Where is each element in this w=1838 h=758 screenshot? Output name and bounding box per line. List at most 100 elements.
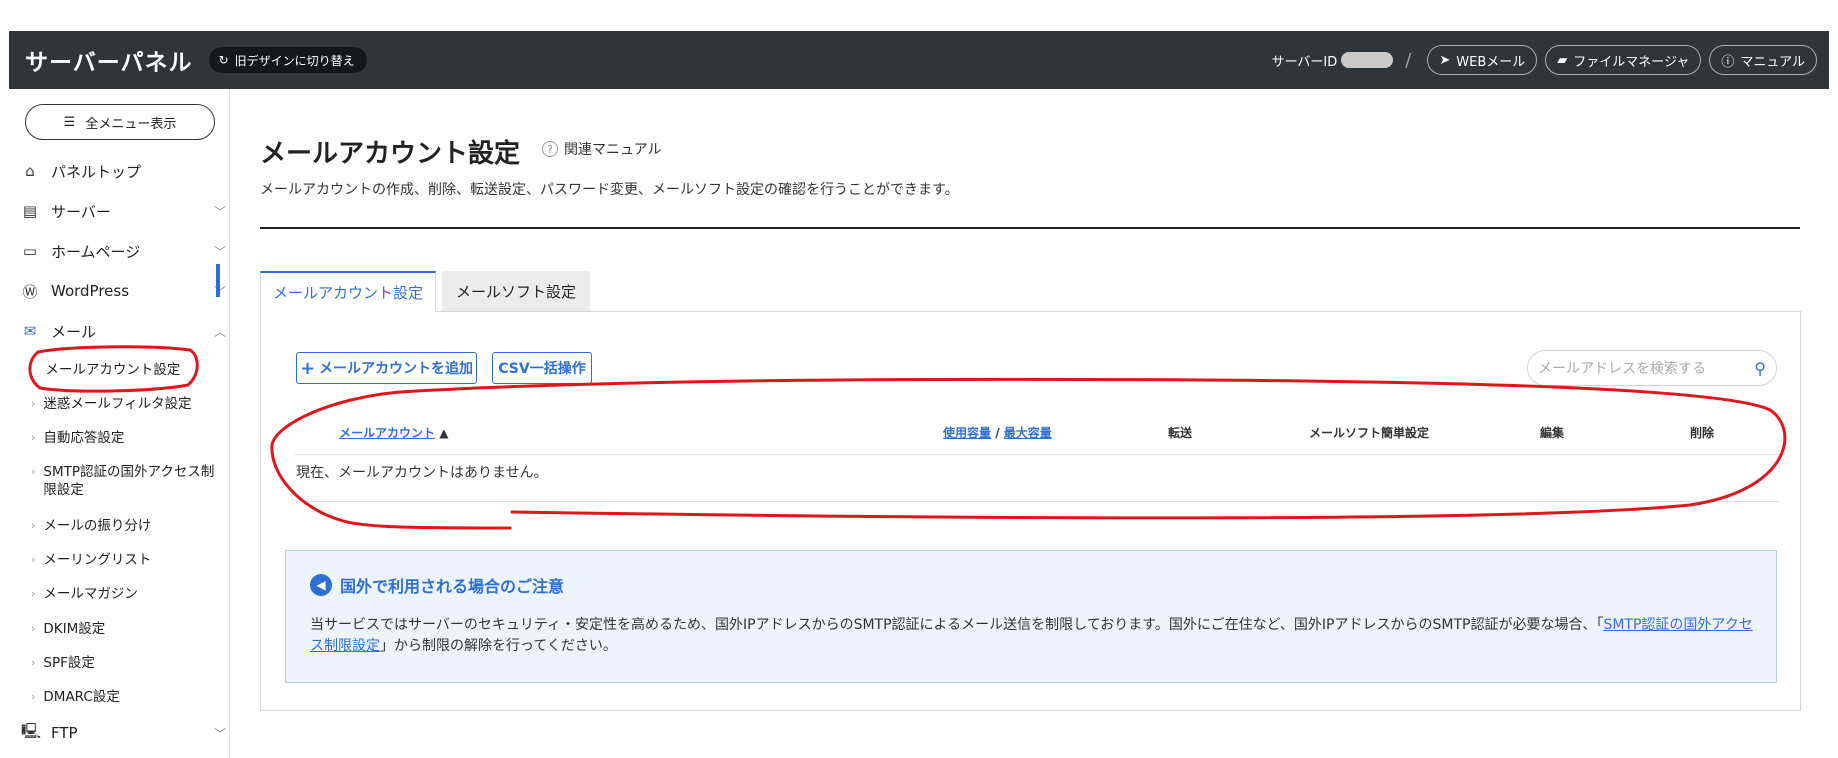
sidebar-item-label: WordPress — [51, 282, 130, 300]
sidebar-sub-label: メールアカウント設定 — [45, 362, 181, 378]
server-id: サーバーID — [1272, 51, 1394, 70]
webmail-label: WEBメール — [1456, 54, 1526, 70]
tab-mail-software[interactable]: メールソフト設定 — [442, 271, 590, 312]
manual-label: マニュアル — [1740, 54, 1805, 70]
csv-bulk-button[interactable]: CSV一括操作 — [492, 352, 592, 384]
sidebar-sub-spf[interactable]: › SPF設定 — [31, 654, 226, 672]
server-icon: ▤ — [22, 202, 38, 220]
sidebar-sub-auto-reply[interactable]: › 自動応答設定 — [31, 429, 226, 447]
manual-button[interactable]: ⓘ マニュアル — [1709, 45, 1817, 75]
add-mail-account-button[interactable]: + メールアカウントを追加 — [296, 352, 477, 384]
tab-mail-account[interactable]: メールアカウント設定 — [260, 271, 436, 312]
sidebar-sub-spam-filter[interactable]: › 迷惑メールフィルタ設定 — [31, 395, 226, 413]
sidebar-sub-label: SMTP認証の国外アクセス制限設定 — [43, 464, 215, 498]
sidebar-item-label: FTP — [51, 724, 78, 742]
chevron-right-icon: › — [31, 519, 36, 532]
sidebar-item-label: サーバー — [51, 202, 111, 221]
page-description: メールアカウントの作成、削除、転送設定、パスワード変更、メールソフト設定の確認を… — [260, 182, 959, 198]
sidebar: ☰ 全メニュー表示 ⌂ パネルトップ ▤ サーバー ﹀ ▭ ホームページ ﹀ Ⓦ… — [9, 89, 230, 758]
related-manual-link[interactable]: ? 関連マニュアル — [542, 139, 662, 159]
webmail-button[interactable]: ➤ WEBメール — [1427, 45, 1538, 75]
sidebar-item-panel-top[interactable]: ⌂ パネルトップ — [21, 156, 226, 186]
related-manual-label: 関連マニュアル — [564, 142, 662, 158]
plus-icon: + — [299, 357, 316, 379]
switch-design-button[interactable]: ↻ 旧デザインに切り替え — [208, 47, 367, 73]
sidebar-sub-mail-account[interactable]: › メールアカウント設定 — [33, 361, 228, 379]
sidebar-sub-smtp-restriction[interactable]: › SMTP認証の国外アクセス制限設定 — [31, 463, 226, 499]
file-manager-button[interactable]: ▰ ファイルマネージャ — [1545, 45, 1702, 75]
page-title: メールアカウント設定 — [260, 139, 521, 169]
column-header-easy-setup: メールソフト簡単設定 — [1309, 426, 1430, 440]
sidebar-sub-dmarc[interactable]: › DMARC設定 — [31, 688, 226, 706]
notice-body: 当サービスではサーバーのセキュリティ・安定性を高めるため、国外IPアドレスからの… — [310, 615, 1760, 657]
sidebar-sub-label: メーリングリスト — [43, 552, 152, 568]
search-input[interactable]: メールアドレスを検索する ⚲ — [1527, 350, 1777, 386]
sidebar-sub-mail-sort[interactable]: › メールの振り分け — [31, 517, 226, 535]
usage-separator: / — [991, 426, 1004, 440]
chevron-right-icon: › — [31, 431, 36, 444]
chevron-right-icon: › — [31, 587, 36, 600]
sidebar-sub-label: 迷惑メールフィルタ設定 — [43, 396, 192, 412]
add-mail-account-label: メールアカウントを追加 — [319, 361, 474, 377]
sidebar-sub-label: DMARC設定 — [43, 689, 120, 705]
all-menu-button[interactable]: ☰ 全メニュー表示 — [25, 104, 215, 140]
sidebar-sub-mailing-list[interactable]: › メーリングリスト — [31, 551, 226, 569]
chevron-right-icon: › — [31, 553, 36, 566]
sort-max-link[interactable]: 最大容量 — [1004, 426, 1052, 440]
column-header-account[interactable]: メールアカウント ▲ — [339, 424, 448, 441]
help-icon: ⓘ — [1721, 54, 1735, 70]
overseas-notice: ◀ 国外で利用される場合のご注意 当サービスではサーバーのセキュリティ・安定性を… — [285, 550, 1777, 683]
sidebar-sub-mail-magazine[interactable]: › メールマガジン — [31, 585, 226, 603]
sidebar-item-ftp[interactable]: 🖳 FTP ﹀ — [21, 718, 226, 748]
mail-icon: ✉ — [23, 322, 37, 340]
sidebar-item-homepage[interactable]: ▭ ホームページ ﹀ — [21, 236, 226, 266]
wordpress-icon: Ⓦ — [22, 282, 38, 301]
sort-usage-link[interactable]: 使用容量 — [943, 426, 991, 440]
chevron-right-icon: › — [31, 622, 36, 635]
empty-message: 現在、メールアカウントはありません。 — [296, 465, 548, 481]
notice-title-label: 国外で利用される場合のご注意 — [340, 577, 565, 596]
send-icon: ➤ — [1439, 52, 1451, 68]
sidebar-item-label: メール — [51, 322, 97, 341]
search-placeholder: メールアドレスを検索する — [1538, 361, 1706, 377]
divider-slash: / — [1405, 49, 1412, 71]
top-bar: サーバーパネル ↻ 旧デザインに切り替え サーバーID / ➤ WEBメール ▰… — [9, 31, 1829, 89]
sidebar-item-label: パネルトップ — [51, 162, 142, 181]
refresh-icon: ↻ — [218, 53, 229, 67]
chevron-right-icon: › — [31, 465, 36, 478]
switch-design-label: 旧デザインに切り替え — [234, 53, 355, 68]
sidebar-sub-label: メールの振り分け — [43, 518, 152, 534]
title-divider — [260, 227, 1800, 229]
active-indicator — [216, 264, 220, 297]
column-header-edit: 編集 — [1540, 426, 1565, 440]
sidebar-item-mail[interactable]: ✉ メール ︿ — [21, 316, 226, 346]
all-menu-label: 全メニュー表示 — [85, 116, 177, 132]
chevron-down-icon: ﹀ — [213, 726, 226, 741]
hamburger-icon: ☰ — [63, 114, 76, 130]
sidebar-sub-label: 自動応答設定 — [43, 430, 125, 446]
home-icon: ⌂ — [25, 162, 35, 180]
folder-icon: ▰ — [1557, 52, 1568, 68]
sidebar-sub-label: DKIM設定 — [43, 621, 106, 637]
sidebar-item-wordpress[interactable]: Ⓦ WordPress ﹀ — [21, 276, 226, 306]
column-header-usage: 使用容量 / 最大容量 — [943, 424, 1052, 441]
monitor-icon: 🖳 — [21, 721, 42, 740]
sidebar-item-label: ホームページ — [51, 242, 141, 261]
sort-account-link[interactable]: メールアカウント — [339, 426, 435, 440]
server-id-label: サーバーID — [1271, 54, 1338, 70]
search-icon[interactable]: ⚲ — [1754, 359, 1766, 378]
chevron-down-icon: ﹀ — [213, 204, 226, 219]
help-icon: ? — [542, 141, 558, 157]
window-icon: ▭ — [22, 242, 38, 260]
notice-text-after: 」から制限の解除を行ってください。 — [380, 638, 617, 654]
column-header-forward: 転送 — [1168, 426, 1193, 440]
sidebar-sub-dkim[interactable]: › DKIM設定 — [31, 620, 226, 638]
notice-text-before: 当サービスではサーバーのセキュリティ・安定性を高めるため、国外IPアドレスからの… — [310, 617, 1604, 633]
sort-asc-icon: ▲ — [439, 426, 449, 440]
sidebar-item-server[interactable]: ▤ サーバー ﹀ — [21, 196, 226, 226]
column-header-delete: 削除 — [1690, 426, 1715, 440]
chevron-down-icon: ﹀ — [213, 244, 226, 259]
tab-panel: + メールアカウントを追加 CSV一括操作 メールアドレスを検索する ⚲ メール… — [260, 311, 1801, 711]
top-right-actions: サーバーID / ➤ WEBメール ▰ ファイルマネージャ ⓘ マニュアル — [1272, 45, 1817, 75]
table-header-divider — [295, 454, 1779, 455]
